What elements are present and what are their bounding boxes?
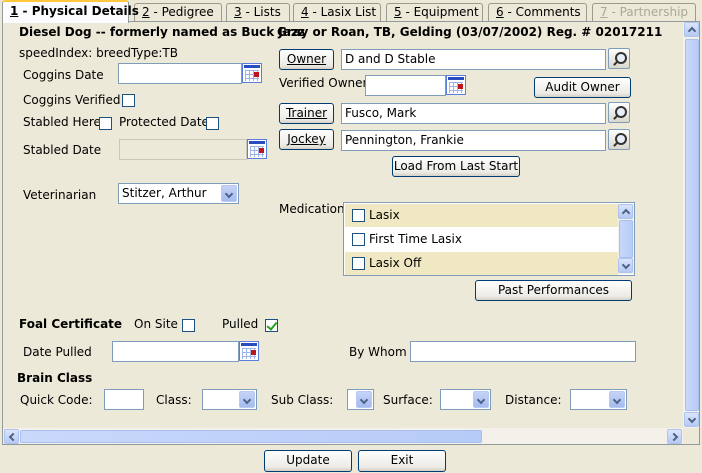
verified-owner-date-field[interactable] xyxy=(365,75,446,96)
sub-class-label: Sub Class: xyxy=(271,393,334,407)
surface-select[interactable] xyxy=(440,389,491,410)
panel-horizontal-scrollbar[interactable] xyxy=(3,428,683,444)
tab-lasix-list[interactable]: 4 - Lasix List xyxy=(293,3,381,22)
protected-date-label: Protected Date xyxy=(119,115,209,129)
stabled-here-label: Stabled Here xyxy=(23,115,101,129)
surface-label: Surface: xyxy=(383,393,433,407)
tab-equipment[interactable]: 5 - Equipment xyxy=(386,3,483,22)
on-site-label: On Site xyxy=(134,317,178,331)
chevron-down-icon[interactable] xyxy=(221,185,237,202)
exit-button[interactable]: Exit xyxy=(358,450,446,472)
medication-checkbox[interactable] xyxy=(352,209,365,222)
chevron-down-icon[interactable] xyxy=(473,391,489,408)
medication-label: Medication xyxy=(279,202,345,216)
list-item[interactable]: First Time Lasix xyxy=(345,228,618,251)
physical-details-panel: Diesel Dog -- formerly named as Buck Jaz… xyxy=(2,21,700,445)
veterinarian-value: Stitzer, Arthur xyxy=(122,186,207,200)
speed-index-text: speedIndex: breedType:TB xyxy=(19,46,178,60)
calendar-icon[interactable] xyxy=(446,75,466,95)
scroll-down-icon[interactable] xyxy=(684,412,699,427)
distance-select[interactable] xyxy=(570,389,627,410)
jockey-button[interactable]: Jockey xyxy=(279,129,334,150)
distance-label: Distance: xyxy=(505,393,562,407)
verified-owner-label: Verified Owner xyxy=(279,76,368,90)
load-from-last-start-button[interactable]: Load From Last Start xyxy=(392,156,520,177)
search-icon[interactable] xyxy=(608,129,630,150)
calendar-icon[interactable] xyxy=(242,63,262,83)
update-button[interactable]: Update xyxy=(264,450,352,472)
by-whom-label: By Whom xyxy=(349,345,407,359)
jockey-field[interactable]: Pennington, Frankie xyxy=(341,130,606,151)
foal-certificate-heading: Foal Certificate xyxy=(19,317,123,331)
pulled-checkbox[interactable] xyxy=(265,319,278,332)
chevron-down-icon[interactable] xyxy=(239,391,255,408)
quick-code-field[interactable] xyxy=(104,389,144,410)
stabled-here-checkbox[interactable] xyxy=(99,117,112,130)
date-pulled-label: Date Pulled xyxy=(23,345,92,359)
coggins-date-field[interactable] xyxy=(118,63,242,84)
calendar-icon[interactable] xyxy=(247,139,267,159)
tab-physical-details[interactable]: 1 - Physical Details xyxy=(2,0,139,23)
medication-checkbox[interactable] xyxy=(352,233,365,246)
scroll-thumb[interactable] xyxy=(619,220,633,258)
horse-details-heading: Gray or Roan, TB, Gelding (03/07/2002) R… xyxy=(277,25,663,39)
pulled-label: Pulled xyxy=(222,317,259,331)
chevron-down-icon[interactable] xyxy=(356,391,372,408)
owner-button[interactable]: Owner xyxy=(279,49,334,70)
date-pulled-field[interactable] xyxy=(112,341,239,362)
protected-date-checkbox[interactable] xyxy=(206,117,219,130)
search-icon[interactable] xyxy=(608,102,630,123)
tab-pedigree[interactable]: 2 - Pedigree xyxy=(134,3,222,22)
search-icon[interactable] xyxy=(608,48,630,69)
tab-lists[interactable]: 3 - Lists xyxy=(226,3,290,22)
scroll-thumb[interactable] xyxy=(20,430,482,443)
medication-checkbox[interactable] xyxy=(352,257,365,270)
on-site-checkbox[interactable] xyxy=(182,319,195,332)
brain-class-heading: Brain Class xyxy=(17,371,93,385)
stabled-date-field xyxy=(119,139,247,160)
class-select[interactable] xyxy=(202,389,257,410)
horse-name-heading: Diesel Dog -- formerly named as Buck Jaz… xyxy=(19,25,305,39)
tab-bar: 1 - Physical Details 2 - Pedigree 3 - Li… xyxy=(0,0,702,23)
panel-vertical-scrollbar[interactable] xyxy=(683,22,699,428)
scroll-up-icon[interactable] xyxy=(684,22,699,37)
owner-field[interactable]: D and D Stable xyxy=(341,49,606,70)
medication-scrollbar[interactable] xyxy=(618,204,634,274)
tab-comments[interactable]: 6 - Comments xyxy=(488,3,587,22)
past-performances-button[interactable]: Past Performances xyxy=(475,280,632,301)
list-item[interactable]: Lasix Off xyxy=(345,252,618,275)
tab-partnership: 7 - Partnership xyxy=(592,3,696,22)
coggins-verified-label: Coggins Verified xyxy=(23,93,121,107)
scroll-right-icon[interactable] xyxy=(667,429,682,444)
medication-list[interactable]: Lasix First Time Lasix Lasix Off xyxy=(343,202,635,276)
sub-class-select[interactable] xyxy=(347,389,374,410)
audit-owner-button[interactable]: Audit Owner xyxy=(534,77,631,98)
list-item[interactable]: Lasix xyxy=(345,204,618,227)
scroll-up-icon[interactable] xyxy=(618,204,633,219)
veterinarian-label: Veterinarian xyxy=(23,188,97,202)
stabled-date-label: Stabled Date xyxy=(23,143,102,157)
quick-code-label: Quick Code: xyxy=(20,393,93,407)
trainer-button[interactable]: Trainer xyxy=(279,103,334,124)
veterinarian-select[interactable]: Stitzer, Arthur xyxy=(118,183,239,204)
scroll-thumb[interactable] xyxy=(685,39,699,411)
coggins-date-label: Coggins Date xyxy=(23,68,104,82)
scroll-down-icon[interactable] xyxy=(618,258,633,273)
coggins-verified-checkbox[interactable] xyxy=(122,94,135,107)
by-whom-field[interactable] xyxy=(410,341,636,362)
scroll-left-icon[interactable] xyxy=(4,429,19,444)
class-label: Class: xyxy=(156,393,192,407)
calendar-icon[interactable] xyxy=(239,341,259,361)
trainer-field[interactable]: Fusco, Mark xyxy=(341,103,606,124)
chevron-down-icon[interactable] xyxy=(609,391,625,408)
